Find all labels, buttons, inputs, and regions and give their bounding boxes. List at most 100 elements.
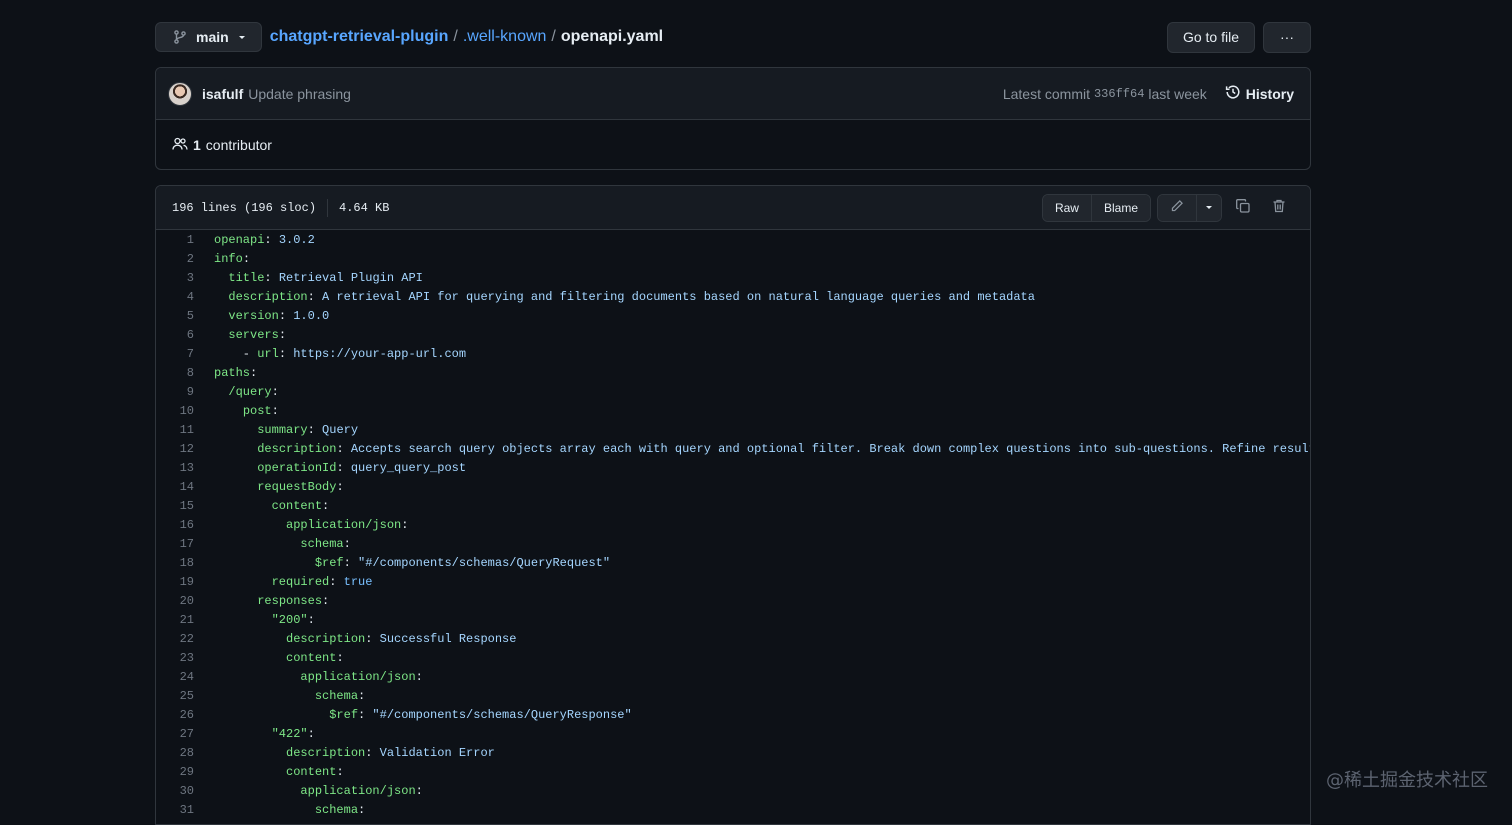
commit-message-link[interactable]: Update phrasing <box>248 86 351 102</box>
commit-sha-link[interactable]: 336ff64 <box>1094 87 1144 101</box>
breadcrumb-separator: / <box>453 28 458 45</box>
more-options-button[interactable]: ··· <box>1263 21 1311 53</box>
avatar[interactable] <box>168 81 192 106</box>
breadcrumb-repo-link[interactable]: chatgpt-retrieval-plugin <box>270 28 449 46</box>
yaml-key: /query <box>228 384 272 399</box>
line-content: application/json: <box>214 670 422 684</box>
blame-button[interactable]: Blame <box>1090 194 1150 221</box>
yaml-value: query_query_post <box>343 460 467 475</box>
branch-selector-button[interactable]: main <box>155 22 262 52</box>
line-number[interactable]: 17 <box>156 537 194 551</box>
breadcrumb: chatgpt-retrieval-plugin / .well-known /… <box>270 28 663 46</box>
code-line: 31 schema: <box>156 800 1310 819</box>
line-number[interactable]: 15 <box>156 499 194 513</box>
line-number[interactable]: 22 <box>156 632 194 646</box>
line-content: post: <box>214 404 279 418</box>
line-number[interactable]: 6 <box>156 328 194 342</box>
line-number[interactable]: 12 <box>156 442 194 456</box>
code-line: 24 application/json: <box>156 667 1310 686</box>
line-number[interactable]: 20 <box>156 594 194 608</box>
delete-file-button[interactable] <box>1264 195 1294 221</box>
yaml-key: schema <box>314 688 359 703</box>
edit-dropdown-button[interactable] <box>1196 194 1221 221</box>
contributors-row[interactable]: 1 contributor <box>156 120 1310 169</box>
line-number[interactable]: 2 <box>156 252 194 266</box>
line-number[interactable]: 1 <box>156 233 194 247</box>
yaml-colon: : <box>242 251 251 266</box>
line-content: description: A retrieval API for queryin… <box>214 290 1035 304</box>
line-number[interactable]: 27 <box>156 727 194 741</box>
line-number[interactable]: 30 <box>156 784 194 798</box>
file-viewer: 196 lines (196 sloc) 4.64 KB Raw Blame 1… <box>155 185 1311 825</box>
line-number[interactable]: 18 <box>156 556 194 570</box>
code-line: 2 info: <box>156 249 1310 268</box>
line-number[interactable]: 9 <box>156 385 194 399</box>
line-number[interactable]: 25 <box>156 689 194 703</box>
line-content: summary: Query <box>214 423 358 437</box>
line-content: paths: <box>214 366 257 380</box>
watermark-text: @稀土掘金技术社区 <box>1326 770 1488 791</box>
line-number[interactable]: 7 <box>156 347 194 361</box>
raw-button[interactable]: Raw <box>1042 194 1091 221</box>
yaml-colon: : <box>307 726 315 741</box>
line-number[interactable]: 24 <box>156 670 194 684</box>
yaml-key: schema <box>300 536 344 551</box>
line-number[interactable]: 16 <box>156 518 194 532</box>
line-number[interactable]: 28 <box>156 746 194 760</box>
breadcrumb-separator: / <box>551 28 556 45</box>
line-number[interactable]: 26 <box>156 708 194 722</box>
edit-file-button[interactable] <box>1158 194 1196 221</box>
yaml-value: Successful Response <box>372 631 517 646</box>
line-number[interactable]: 19 <box>156 575 194 589</box>
line-content: responses: <box>214 594 329 608</box>
line-number[interactable]: 13 <box>156 461 194 475</box>
yaml-key: description <box>257 441 337 456</box>
yaml-key: paths <box>214 365 251 380</box>
line-number[interactable]: 31 <box>156 803 194 817</box>
yaml-key: content <box>271 498 323 513</box>
commit-time: last week <box>1148 85 1207 102</box>
edit-group <box>1157 193 1222 222</box>
yaml-key: application/json <box>286 517 402 532</box>
yaml-value: "#/components/schemas/QueryResponse" <box>365 707 632 722</box>
code-line: 7 - url: https://your-app-url.com <box>156 344 1310 363</box>
history-label: History <box>1245 85 1294 102</box>
line-content: $ref: "#/components/schemas/QueryRespons… <box>214 707 632 722</box>
line-number[interactable]: 23 <box>156 651 194 665</box>
line-number[interactable]: 21 <box>156 613 194 627</box>
breadcrumb-folder-link[interactable]: .well-known <box>463 28 547 46</box>
yaml-colon: : <box>271 384 279 399</box>
yaml-key: application/json <box>300 783 416 798</box>
line-number[interactable]: 10 <box>156 404 194 418</box>
commit-author-link[interactable]: isafulf <box>202 86 243 102</box>
yaml-key: operationId <box>257 460 337 475</box>
yaml-key: responses <box>257 593 323 608</box>
line-number[interactable]: 14 <box>156 480 194 494</box>
yaml-key: openapi <box>214 232 265 247</box>
yaml-key: summary <box>257 422 308 437</box>
line-number[interactable]: 11 <box>156 423 194 437</box>
copy-raw-button[interactable] <box>1228 195 1258 221</box>
code-line: 5 version: 1.0.0 <box>156 306 1310 325</box>
line-number[interactable]: 5 <box>156 309 194 323</box>
line-number[interactable]: 3 <box>156 271 194 285</box>
line-number[interactable]: 8 <box>156 366 194 380</box>
yaml-key: content <box>286 764 337 779</box>
history-link[interactable]: History <box>1225 84 1294 103</box>
line-number[interactable]: 29 <box>156 765 194 779</box>
code-line: 17 schema: <box>156 534 1310 553</box>
go-to-file-button[interactable]: Go to file <box>1166 21 1255 53</box>
line-content: content: <box>214 765 344 779</box>
yaml-value: Retrieval Plugin API <box>271 270 423 285</box>
line-number[interactable]: 4 <box>156 290 194 304</box>
code-line: 10 post: <box>156 401 1310 420</box>
